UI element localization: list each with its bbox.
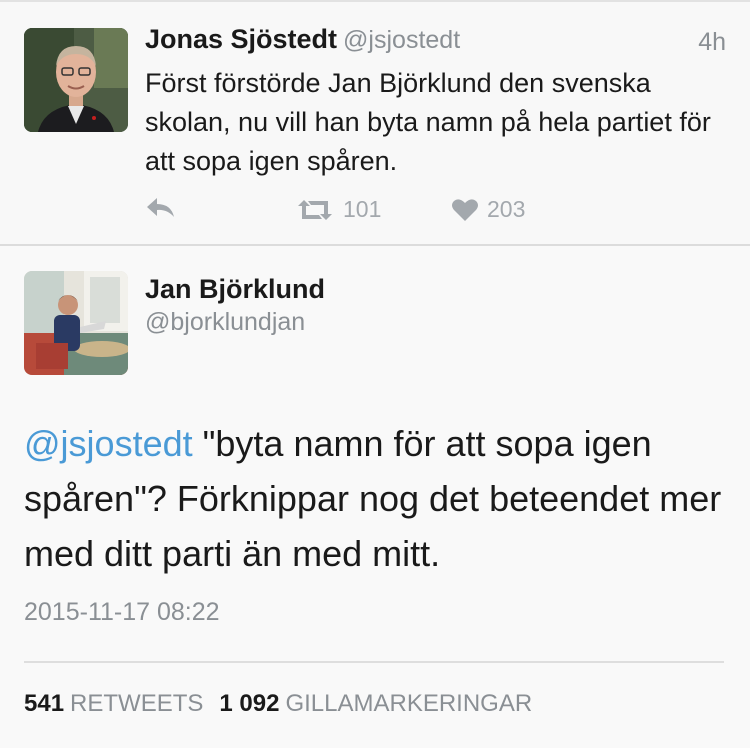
author-handle[interactable]: @jsjostedt (343, 26, 460, 54)
avatar-jan[interactable] (24, 271, 128, 375)
tweet-timestamp: 2015-11-17 08:22 (24, 598, 220, 626)
likes-label: GILLAMARKERINGAR (285, 690, 533, 717)
tweet-jan: Jan Björklund @bjorklundjan @jsjostedt "… (0, 246, 750, 748)
retweet-button[interactable]: 101 (295, 196, 381, 223)
author-line-jonas: Jonas Sjöstedt @jsjostedt (145, 24, 460, 55)
tweet-text: Först förstörde Jan Björklund den svensk… (145, 68, 711, 176)
tweet-time: 4h (698, 28, 726, 56)
tweet-jonas[interactable]: Jonas Sjöstedt @jsjostedt 4h Först förstö… (0, 0, 750, 246)
reply-icon (147, 198, 174, 217)
likes-stat[interactable]: 1 092 GILLAMARKERINGAR (219, 690, 532, 717)
like-count: 203 (487, 196, 526, 222)
avatar-jonas[interactable] (24, 28, 128, 132)
retweets-count: 541 (24, 690, 65, 717)
author-handle[interactable]: @bjorklundjan (145, 308, 305, 337)
reply-button[interactable] (145, 196, 177, 220)
likes-count: 1 092 (219, 690, 280, 717)
author-name[interactable]: Jan Björklund (145, 274, 325, 305)
tweet-actions: 101 203 (145, 196, 565, 226)
divider (24, 661, 724, 663)
retweets-label: RETWEETS (70, 690, 204, 717)
mention-link[interactable]: @jsjostedt (24, 423, 193, 464)
retweet-count: 101 (343, 196, 382, 222)
retweets-stat[interactable]: 541 RETWEETS (24, 690, 203, 717)
avatar-jan-image (24, 271, 128, 375)
tweet-text: @jsjostedt "byta namn för att sopa igen … (24, 416, 734, 581)
like-button[interactable]: 203 (451, 196, 525, 223)
retweet-icon (298, 199, 332, 220)
heart-icon (452, 198, 478, 221)
author-name[interactable]: Jonas Sjöstedt (145, 24, 337, 54)
tweet-stats: 541 RETWEETS 1 092 GILLAMARKERINGAR (24, 690, 532, 718)
avatar-jonas-image (24, 28, 128, 132)
